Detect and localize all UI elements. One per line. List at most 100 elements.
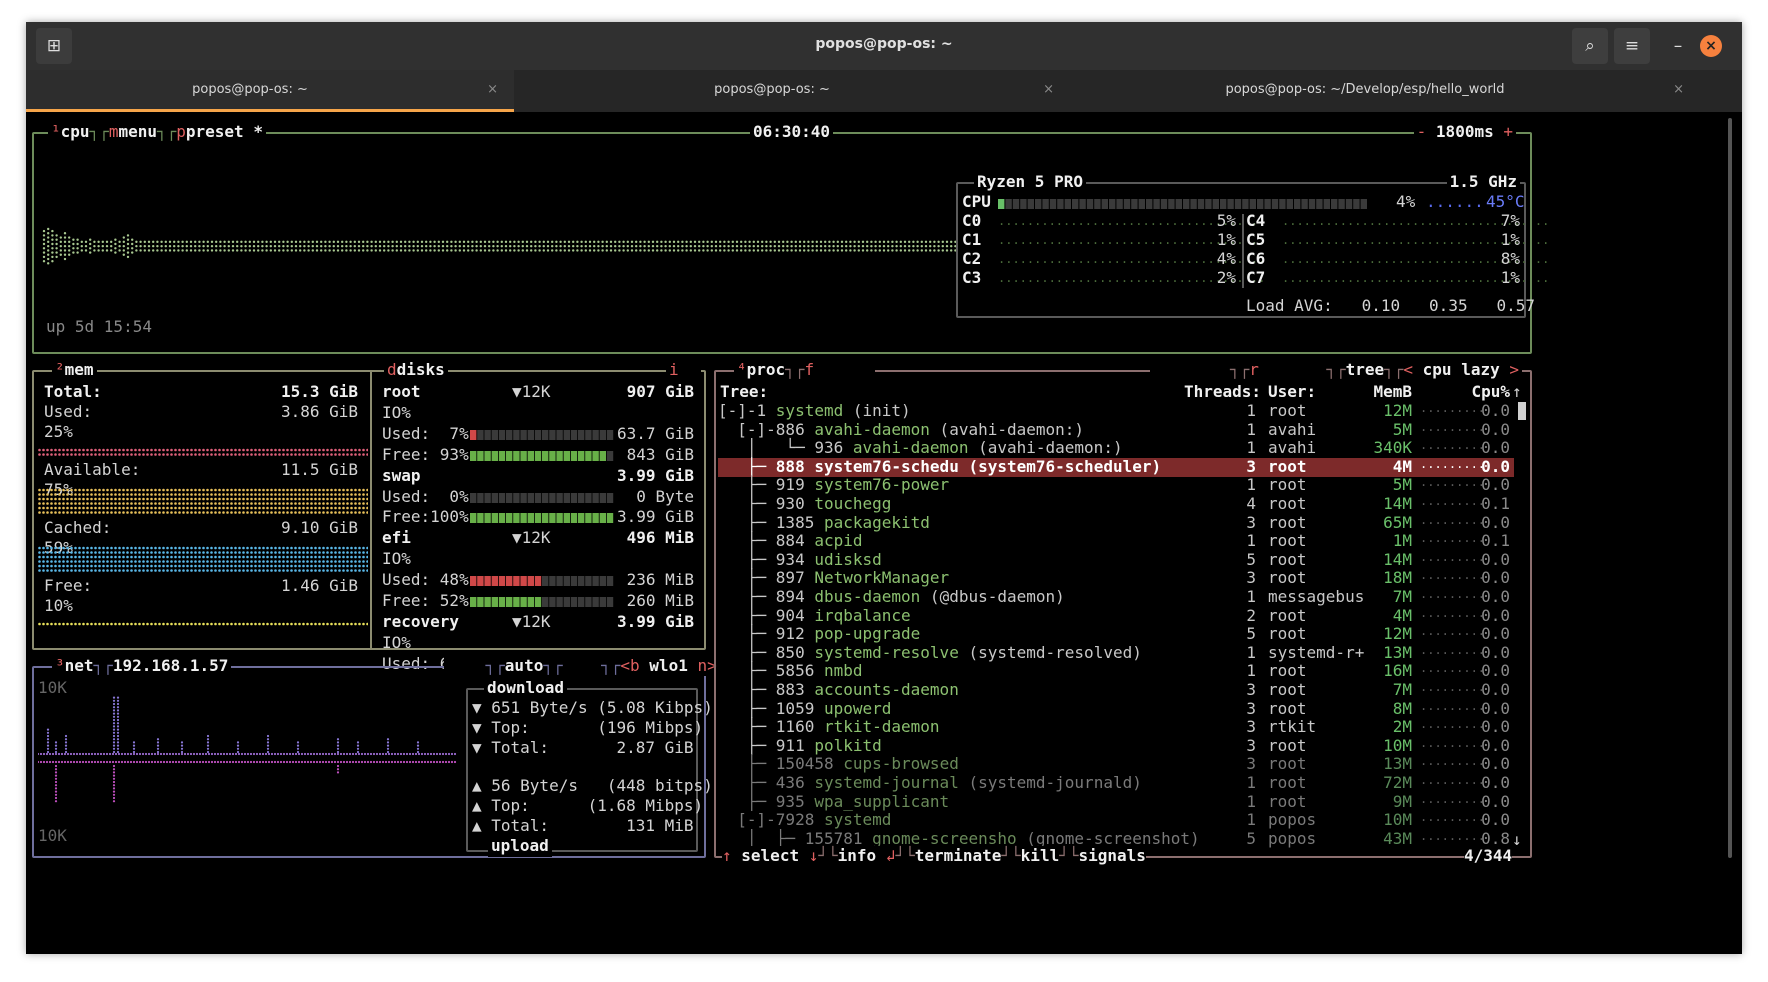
table-row[interactable]: ├─ 919 system76-power 1 root 5M......... 0.0 bbox=[718, 475, 1514, 495]
mem-graph-dot bbox=[138, 448, 141, 452]
menu-label[interactable]: menu bbox=[118, 122, 157, 141]
proc-controls[interactable]: per-core┐┌rreverse┐┌tree┐┌< cpu lazy > bbox=[1149, 360, 1522, 380]
net-graph-dot bbox=[303, 752, 307, 756]
cpu-graph-dot bbox=[105, 240, 109, 244]
mem-graph-dot bbox=[302, 502, 305, 505]
mem-graph-dot bbox=[318, 551, 321, 554]
table-row[interactable]: ├─ 436 systemd-journal (systemd-journald… bbox=[718, 773, 1514, 793]
table-row[interactable]: ├─ 884 acpid 1 root 1M......... 0.1 bbox=[718, 531, 1514, 551]
mem-graph-dot bbox=[150, 493, 153, 496]
mem-graph-dot bbox=[202, 560, 205, 563]
preset-label[interactable]: preset * bbox=[186, 122, 263, 141]
table-row[interactable]: ├─ 883 accounts-daemon 3 root 7M......... 0.… bbox=[718, 680, 1514, 700]
table-row[interactable]: ├─ 1385 packagekitd 3 root 65M......... 0.0 bbox=[718, 513, 1514, 533]
net-graph-dot bbox=[225, 752, 229, 756]
mem-box: ²mem ddisks iio Total: 15.3 GiB Used: 3.… bbox=[32, 360, 706, 673]
cpu-graph-dot bbox=[55, 251, 58, 254]
table-row[interactable]: ├─ 897 NetworkManager 3 root 18M......... 0.… bbox=[718, 568, 1514, 588]
mem-graph-dot bbox=[338, 448, 341, 452]
terminate-action[interactable]: terminate bbox=[915, 846, 1002, 865]
cpu-graph-dot bbox=[374, 240, 377, 244]
net-graph-dot bbox=[116, 738, 120, 741]
mem-graph-dot bbox=[214, 551, 217, 554]
table-row[interactable]: ├─ 934 udisksd 5 root 14M......... 0.0 bbox=[718, 550, 1514, 570]
table-row[interactable]: ├─ 930 touchegg 4 root 14M......... 0.1 bbox=[718, 494, 1514, 514]
cpu-total-cell bbox=[1168, 199, 1175, 209]
tab-2[interactable]: popos@pop-os: ~ × bbox=[514, 70, 1070, 112]
table-row[interactable]: ├─ 894 dbus-daemon (@dbus-daemon) 1 messag… bbox=[718, 587, 1514, 607]
tab-close-icon[interactable]: × bbox=[487, 82, 498, 97]
disk-free-cell bbox=[520, 597, 527, 607]
minimize-button[interactable]: – bbox=[1660, 28, 1696, 64]
cpu-graph-dot bbox=[815, 244, 818, 248]
table-row[interactable]: [-]-886 avahi-daemon (avahi-daemon:) 1 ava… bbox=[718, 420, 1514, 440]
cpu-graph-dot bbox=[122, 244, 126, 248]
cpu-graph-dot bbox=[143, 240, 146, 244]
tab-3[interactable]: popos@pop-os: ~/Develop/esp/hello_world … bbox=[1070, 70, 1700, 112]
io-toggle[interactable]: iio bbox=[666, 360, 701, 380]
net-graph-dot bbox=[296, 747, 300, 750]
info-action[interactable]: info bbox=[838, 846, 877, 865]
cpu-graph-dot bbox=[731, 244, 734, 248]
window-scrollbar[interactable] bbox=[1728, 118, 1732, 858]
table-row[interactable]: ├─ 850 systemd-resolve (systemd-resolved… bbox=[718, 643, 1514, 663]
table-row[interactable]: ├─ 1160 rtkit-daemon 3 rtkit 2M......... 0.0 bbox=[718, 717, 1514, 737]
signals-action[interactable]: signals bbox=[1078, 846, 1145, 865]
table-row[interactable]: ├─ 5856 nmbd 1 root 16M......... 0.0 bbox=[718, 661, 1514, 681]
tab-close-icon[interactable]: × bbox=[1043, 82, 1054, 97]
proc-scroll-thumb[interactable] bbox=[1518, 402, 1526, 420]
table-row[interactable]: ├─ 904 irqbalance 2 root 4M......... 0.0 bbox=[718, 606, 1514, 626]
table-row[interactable]: ├─ 911 polkitd 3 root 10M......... 0.0 bbox=[718, 736, 1514, 756]
mem-graph-dot bbox=[346, 488, 349, 492]
table-row[interactable]: ├─ 935 wpa_supplicant 1 root 9M......... 0.0 bbox=[718, 792, 1514, 812]
cpu-graph-dot bbox=[937, 249, 940, 252]
cpu-graph-dot bbox=[882, 240, 886, 244]
close-button[interactable]: × bbox=[1700, 35, 1722, 57]
table-row[interactable]: [-]-7928 systemd 1 popos 10M......... 0.0 bbox=[718, 810, 1514, 830]
filter-label[interactable]: filter bbox=[814, 360, 872, 379]
tab-close-icon[interactable]: × bbox=[1673, 82, 1684, 97]
cpu-graph-dot bbox=[332, 249, 335, 252]
mem-graph-dot bbox=[350, 511, 353, 514]
scroll-down-icon[interactable]: ↓ bbox=[1512, 830, 1522, 851]
table-row[interactable]: ├─ 150458 cups-browsed 3 root 13M......... 0… bbox=[718, 754, 1514, 774]
mem-graph-dot bbox=[274, 564, 277, 568]
net-graph-dot bbox=[180, 744, 184, 747]
mem-graph-dot bbox=[62, 555, 65, 559]
mem-graph-dot bbox=[262, 493, 265, 496]
mem-graph-dot bbox=[174, 506, 177, 510]
table-row[interactable]: │ └─ 936 avahi-daemon (avahi-daemon:) 1 av… bbox=[718, 438, 1514, 458]
cpu-graph-dot bbox=[702, 240, 705, 244]
mem-graph-dot bbox=[50, 502, 53, 505]
table-row[interactable]: ├─ 888 system76-schedu (system76-schedul… bbox=[718, 457, 1514, 477]
mem-graph-dot bbox=[214, 511, 217, 514]
mem-graph-dot bbox=[206, 488, 209, 492]
interval-control[interactable]: - 1800ms + bbox=[1413, 122, 1516, 142]
mem-graph-dot bbox=[346, 564, 349, 568]
mem-graph-dot bbox=[154, 560, 157, 563]
mem-graph-dot bbox=[282, 551, 285, 554]
mem-graph-dot bbox=[270, 488, 273, 492]
mem-graph-dot bbox=[326, 497, 329, 501]
mem-graph-dot bbox=[62, 564, 65, 568]
kill-action[interactable]: kill bbox=[1021, 846, 1060, 865]
clock: 06:30:40 bbox=[750, 122, 834, 142]
table-row[interactable]: ├─ 912 pop-upgrade 5 root 12M......... 0.0 bbox=[718, 624, 1514, 644]
table-row[interactable]: ├─ 1059 upowerd 3 root 8M......... 0.0 bbox=[718, 699, 1514, 719]
cpu-graph-dot bbox=[635, 240, 638, 244]
mem-graph-dot bbox=[82, 448, 85, 452]
cpu-graph-dot bbox=[551, 244, 554, 248]
mem-graph-dot bbox=[42, 564, 45, 568]
tab-1[interactable]: popos@pop-os: ~ × bbox=[26, 70, 514, 112]
btop-terminal[interactable]: ¹cpu┐┌mmenu┐┌ppreset * 06:30:40 - 1800ms… bbox=[26, 112, 1742, 954]
table-row[interactable]: [-]-1 systemd (init) 1 root 12M......... 0.0 bbox=[718, 401, 1514, 421]
net-controls[interactable]: sync┐┌auto┐┌zero┐┌<b wlo1 n> bbox=[444, 656, 720, 676]
net-graph-dot bbox=[236, 747, 240, 750]
cpu-total-cell bbox=[1331, 199, 1338, 209]
cpu-graph-dot bbox=[84, 240, 88, 244]
menu-button[interactable]: ≡ bbox=[1614, 28, 1650, 64]
select-action[interactable]: select bbox=[741, 846, 799, 865]
cpu-graph-dot bbox=[307, 244, 310, 248]
search-button[interactable]: ⌕ bbox=[1572, 28, 1608, 64]
net-graph-dot bbox=[387, 760, 391, 764]
